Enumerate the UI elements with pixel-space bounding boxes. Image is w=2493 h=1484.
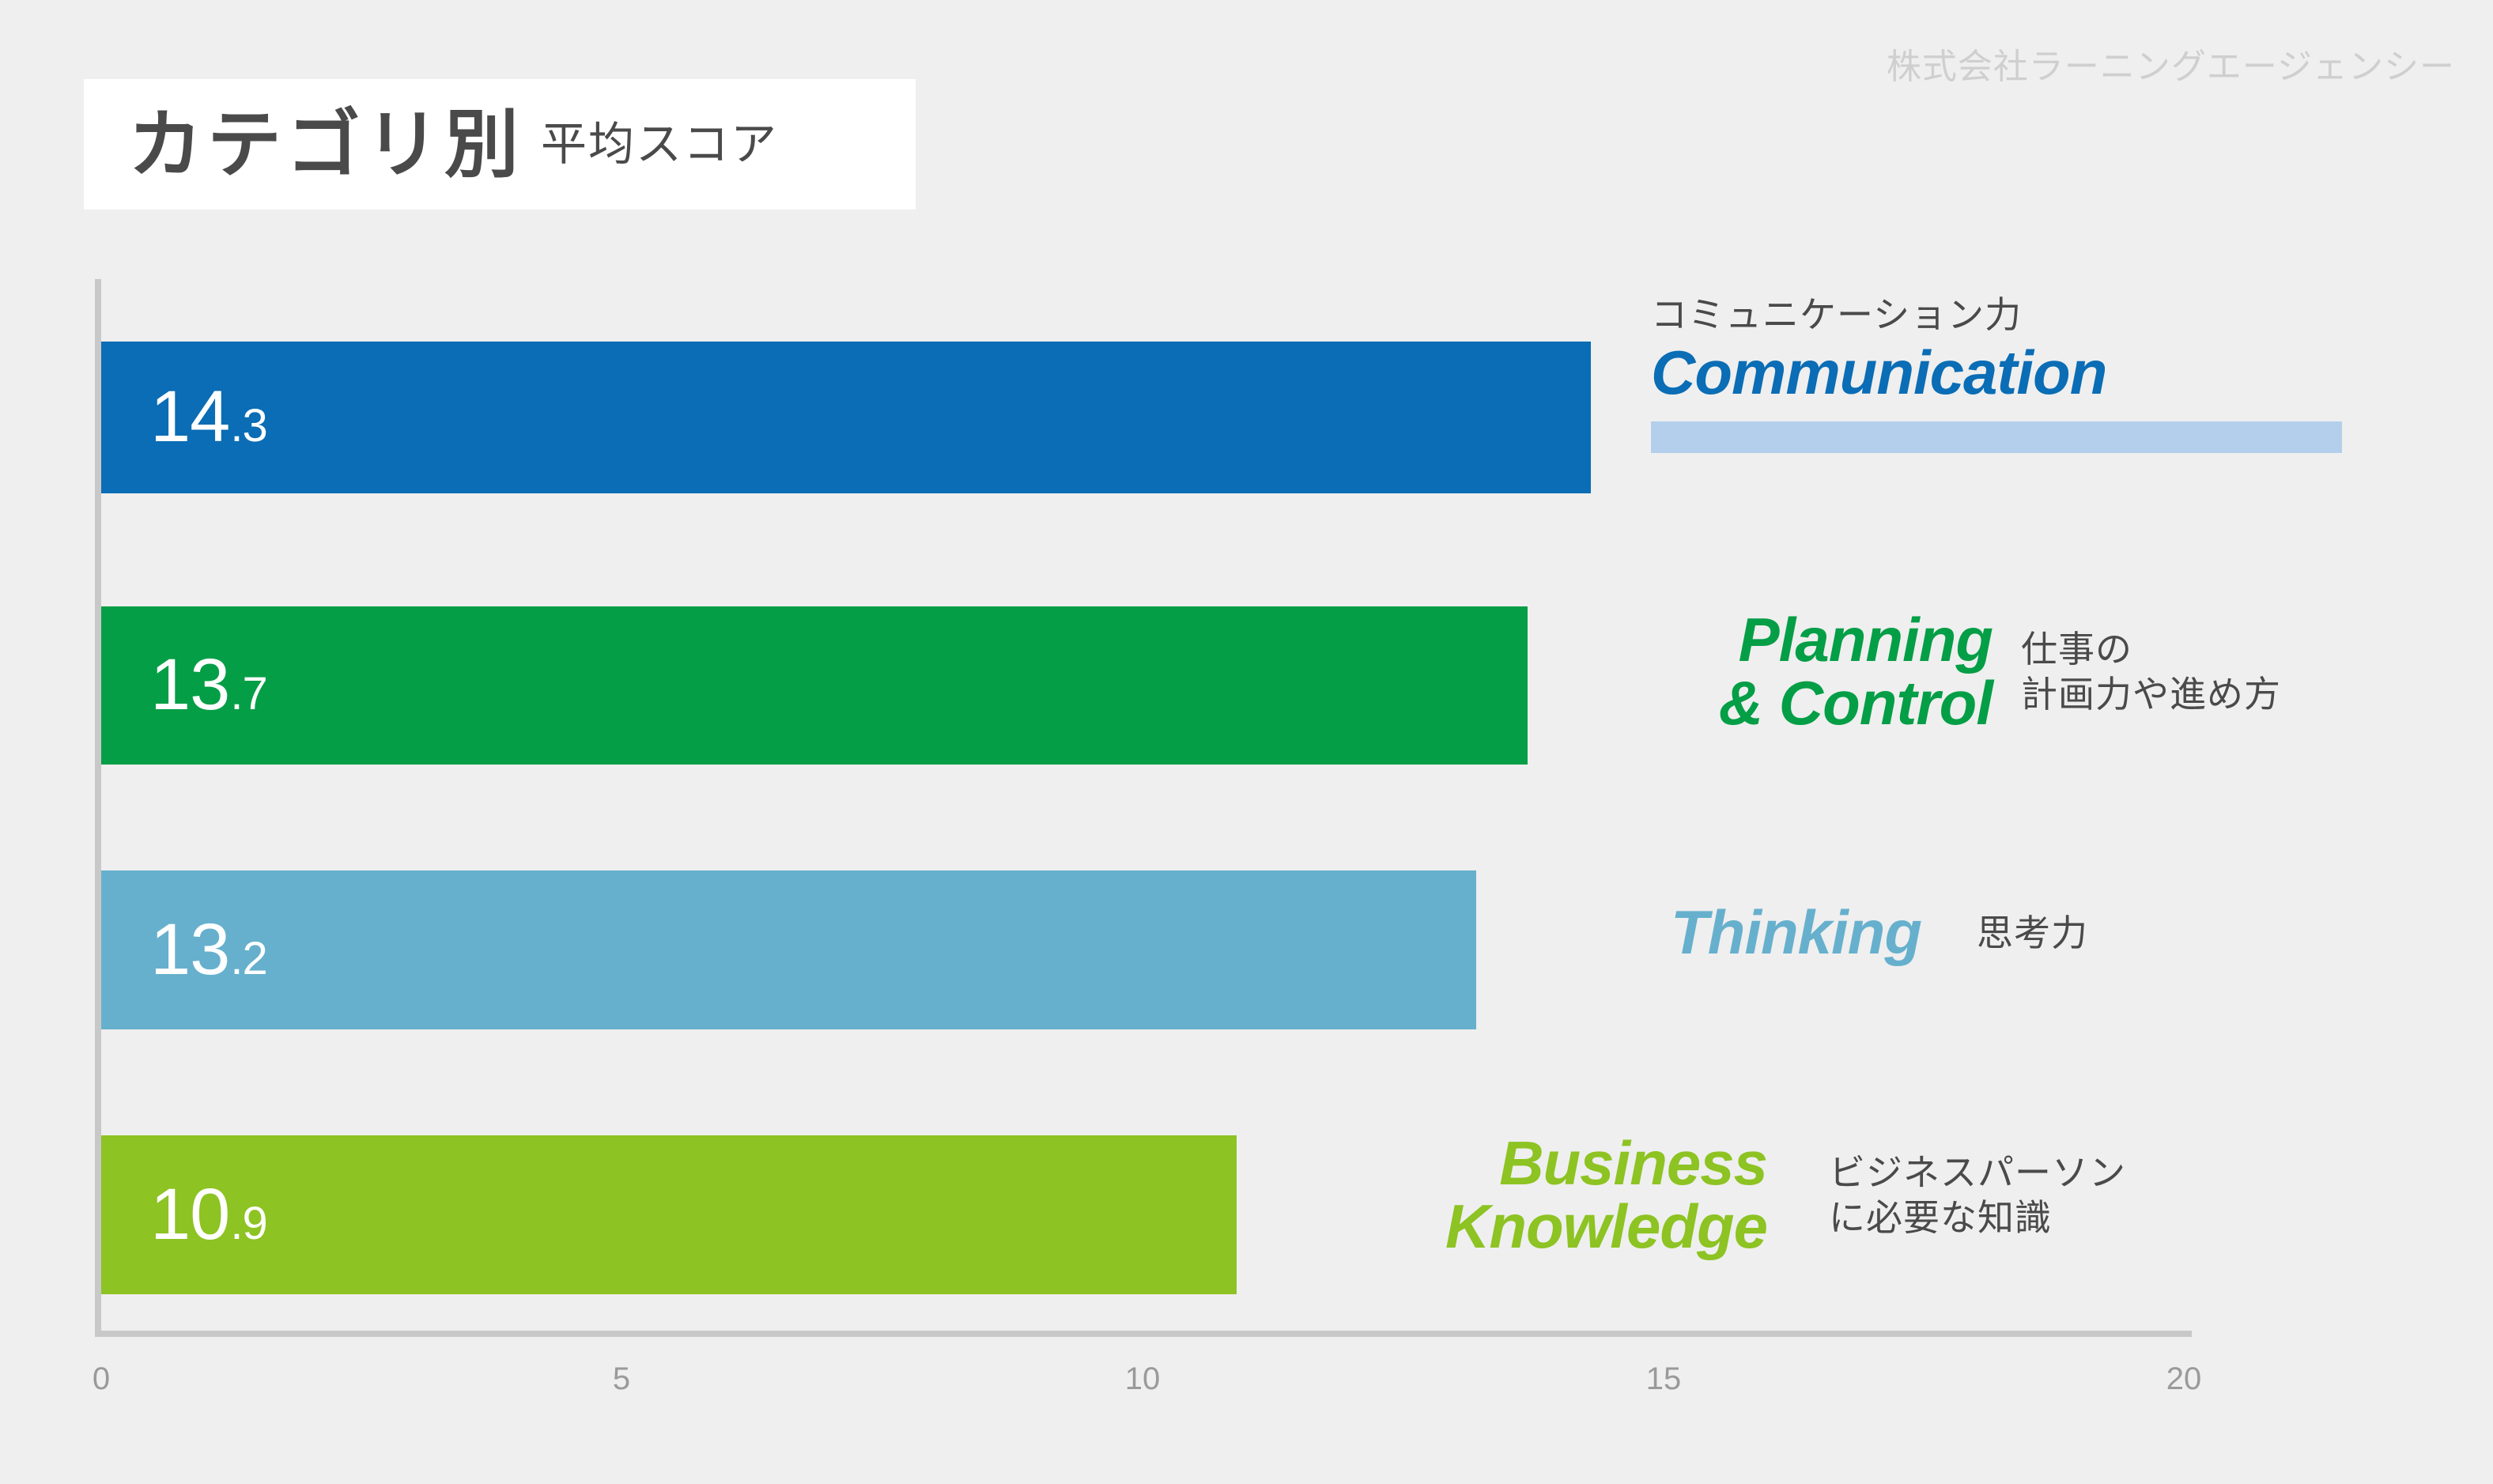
bar-value-communication: 14.3: [150, 376, 268, 458]
bar-planning-control[interactable]: 13.7: [101, 606, 1528, 765]
category-en-thinking: Thinking: [1671, 897, 1922, 967]
xtick-20: 20: [2166, 1361, 2202, 1396]
category-label-communication: コミュニケーション力 Communication: [1651, 293, 2107, 408]
category-jp-planning-control: 仕事の 計画力や進め方: [2021, 629, 2281, 715]
category-jp-business-knowledge: ビジネスパーソン に必要な知識: [1829, 1152, 2126, 1238]
category-en-business-knowledge: Business Knowledge: [1445, 1128, 1768, 1261]
bar-communication[interactable]: 14.3: [101, 342, 1591, 493]
xtick-0: 0: [92, 1361, 111, 1396]
bar-chart: 14.3 13.7 13.2 10.9 コミュニケーション力 Communica…: [0, 0, 2493, 1484]
category-en-communication: Communication: [1651, 338, 2107, 408]
bar-business-knowledge[interactable]: 10.9: [101, 1135, 1237, 1294]
bar-thinking[interactable]: 13.2: [101, 870, 1476, 1029]
y-axis-line: [95, 279, 101, 1331]
category-label-business-knowledge: Business Knowledge ビジネスパーソン に必要な知識: [1301, 1128, 2126, 1261]
category-en-planning-control: Planning & Control: [1718, 605, 1993, 738]
bar-value-planning-control: 13.7: [150, 644, 268, 726]
xtick-10: 10: [1124, 1361, 1161, 1396]
category-jp-thinking: 思考力: [1977, 912, 2088, 953]
xtick-15: 15: [1645, 1361, 1682, 1396]
category-label-planning-control: Planning & Control 仕事の 計画力や進め方: [1581, 605, 2281, 738]
xtick-5: 5: [612, 1361, 631, 1396]
communication-highlight-band: [1651, 421, 2342, 453]
category-label-thinking: Thinking 思考力: [1502, 901, 2088, 965]
x-axis-line: [95, 1331, 2192, 1337]
bar-value-thinking: 13.2: [150, 908, 268, 990]
category-jp-communication: コミュニケーション力: [1651, 294, 2023, 335]
bar-value-business-knowledge: 10.9: [150, 1173, 268, 1255]
